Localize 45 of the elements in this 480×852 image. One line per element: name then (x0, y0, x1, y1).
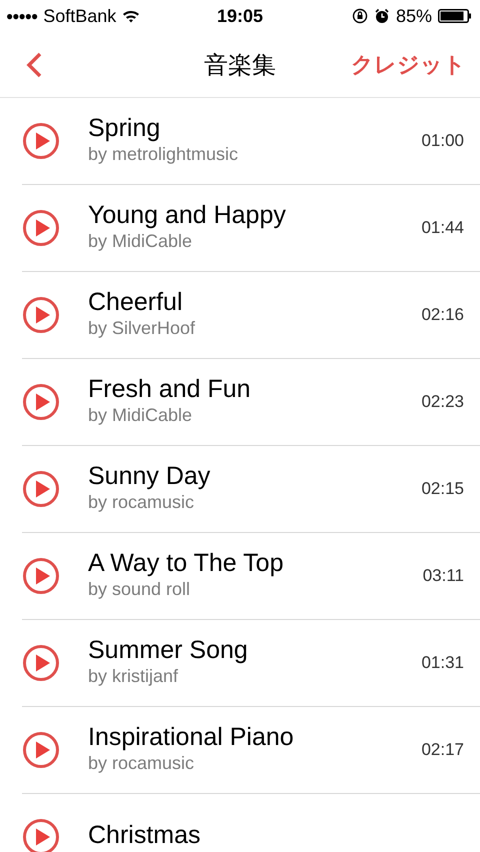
back-button[interactable] (24, 50, 44, 78)
track-duration: 02:16 (421, 305, 464, 325)
track-duration: 01:44 (421, 218, 464, 238)
track-artist: by kristijanf (88, 666, 180, 687)
screen-title: 音楽集 (204, 50, 276, 80)
carrier-name: SoftBank (43, 6, 116, 26)
play-icon[interactable] (22, 557, 60, 595)
track-title: Young and Happy (88, 202, 287, 230)
battery-percentage: 85% (396, 6, 432, 26)
track-title: Inspirational Piano (88, 724, 295, 752)
track-artist: by metrolightmusic (88, 144, 240, 165)
track-artist: by rocamusic (88, 754, 196, 774)
track-duration: 02:23 (421, 392, 464, 412)
track-title: A Way to The Top (88, 550, 284, 578)
play-icon[interactable] (22, 209, 60, 247)
battery-icon (438, 8, 472, 24)
track-title: Spring (88, 115, 162, 143)
play-icon[interactable] (22, 818, 60, 852)
track-artist: by MidiCable (88, 406, 194, 426)
track-title: Christmas (88, 822, 202, 850)
play-icon[interactable] (22, 296, 60, 334)
track-title: Fresh and Fun (88, 376, 252, 404)
clock-time: 19:05 (216, 6, 264, 26)
track-duration: 01:31 (421, 653, 464, 673)
track-duration: 02:17 (421, 740, 464, 760)
track-duration: 02:15 (421, 479, 464, 499)
track-title: Sunny Day (88, 463, 212, 491)
track-title: Summer Song (88, 637, 249, 665)
credits-button[interactable]: クレジット (351, 50, 466, 80)
signal-strength: ●●●●● (6, 9, 38, 23)
track-artist: by MidiCable (88, 232, 194, 252)
play-icon[interactable] (22, 383, 60, 421)
play-icon[interactable] (22, 644, 60, 682)
track-artist: by SilverHoof (88, 318, 196, 339)
wifi-icon (122, 9, 140, 23)
play-icon[interactable] (22, 122, 60, 160)
track-title: Cheerful (88, 289, 184, 317)
alarm-icon (374, 8, 390, 24)
track-duration: 03:11 (422, 566, 464, 586)
track-duration: 01:00 (421, 131, 464, 151)
track-artist: by rocamusic (88, 492, 196, 513)
play-icon[interactable] (22, 731, 60, 769)
rotation-lock-icon (352, 8, 368, 24)
play-icon[interactable] (22, 470, 60, 508)
track-artist: by sound roll (88, 580, 192, 600)
